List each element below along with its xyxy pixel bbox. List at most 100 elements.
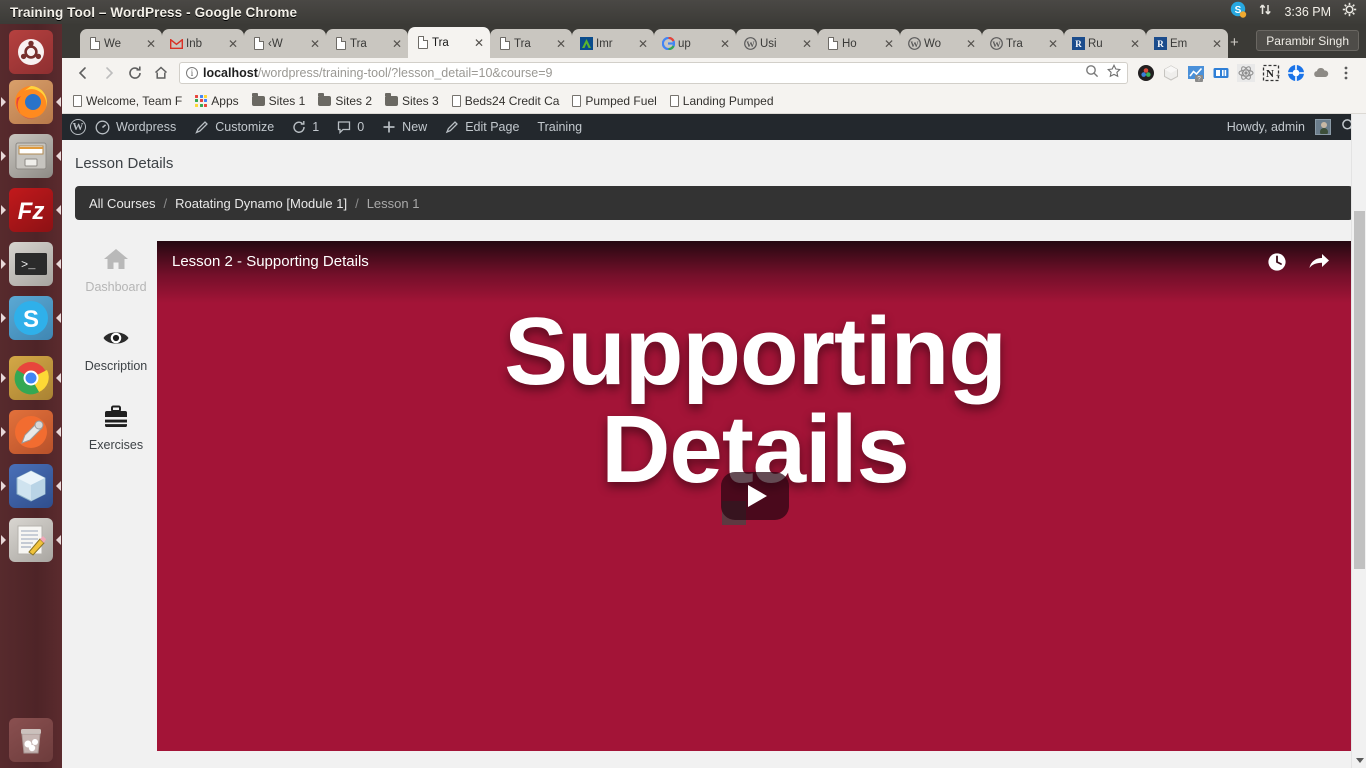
browser-tab-2[interactable]: ‹W ✕ [244, 29, 326, 58]
tab-close-icon[interactable]: ✕ [800, 38, 814, 50]
browser-tab-0[interactable]: We ✕ [80, 29, 162, 58]
sidebar-item-description[interactable]: Description [75, 324, 157, 373]
back-icon[interactable] [70, 60, 96, 86]
new-tab-button[interactable]: + [1230, 34, 1239, 51]
tab-close-icon[interactable]: ✕ [554, 38, 568, 50]
breadcrumb-all-courses[interactable]: All Courses [89, 196, 155, 211]
tab-close-icon[interactable]: ✕ [882, 38, 896, 50]
launcher-trash[interactable] [9, 718, 53, 762]
address-bar[interactable]: i localhost/wordpress/training-tool/?les… [179, 62, 1128, 84]
launcher-terminal[interactable]: >_ [1, 242, 61, 286]
tab-close-icon[interactable]: ✕ [1210, 38, 1224, 50]
gear-icon[interactable] [1342, 2, 1357, 22]
browser-tab-5[interactable]: Tra ✕ [490, 29, 572, 58]
browser-tab-7[interactable]: up ✕ [654, 29, 736, 58]
zoom-icon[interactable] [1085, 64, 1099, 83]
tab-close-icon[interactable]: ✕ [226, 38, 240, 50]
bookmark-beds24[interactable]: Beds24 Credit Ca [447, 92, 565, 110]
tab-close-icon[interactable]: ✕ [964, 38, 978, 50]
tab-title: Em [1170, 37, 1188, 50]
play-button-icon[interactable] [721, 472, 789, 520]
extension-globe-icon[interactable] [1283, 61, 1308, 85]
video-title[interactable]: Lesson 2 - Supporting Details [172, 253, 369, 270]
browser-tab-4-active[interactable]: Tra ✕ [408, 27, 490, 58]
wordpress-icon: W [990, 37, 1003, 50]
admin-bar-training[interactable]: Training [528, 114, 591, 140]
tab-close-icon[interactable]: ✕ [472, 37, 486, 49]
browser-tab-10[interactable]: W Wo ✕ [900, 29, 982, 58]
svg-text:W: W [910, 39, 919, 49]
admin-bar-customize[interactable]: Customize [185, 114, 283, 140]
doc-icon [669, 94, 679, 107]
browser-tab-9[interactable]: Ho ✕ [818, 29, 900, 58]
network-icon[interactable] [1258, 2, 1273, 22]
admin-bar-new[interactable]: New [373, 114, 436, 140]
admin-bar-edit-page[interactable]: Edit Page [436, 114, 528, 140]
browser-tab-3[interactable]: Tra ✕ [326, 29, 408, 58]
skype-tray-icon[interactable]: S [1230, 1, 1247, 23]
admin-bar-comments[interactable]: 0 [328, 114, 373, 140]
launcher-filezilla[interactable]: Fz [1, 188, 61, 232]
browser-tab-6[interactable]: Imr ✕ [572, 29, 654, 58]
launcher-text-editor[interactable] [1, 518, 61, 562]
launcher-firefox[interactable] [1, 80, 61, 124]
reload-icon[interactable] [122, 60, 148, 86]
launcher-chrome[interactable] [1, 356, 61, 400]
launcher-ubuntu-dash[interactable] [9, 30, 53, 74]
browser-tab-12[interactable]: R Ru ✕ [1064, 29, 1146, 58]
tab-close-icon[interactable]: ✕ [718, 38, 732, 50]
browser-tab-13[interactable]: R Em ✕ [1146, 29, 1228, 58]
forward-icon[interactable] [96, 60, 122, 86]
browser-tab-8[interactable]: W Usi ✕ [736, 29, 818, 58]
launcher-postman[interactable] [1, 410, 61, 454]
profile-button[interactable]: Parambir Singh [1256, 30, 1359, 51]
notion-icon[interactable]: N + [1258, 61, 1283, 85]
extension-chart-icon[interactable]: ? [1183, 61, 1208, 85]
bookmark-star-icon[interactable] [1106, 63, 1122, 83]
breadcrumb-separator: / [163, 195, 168, 211]
extension-blue-icon[interactable] [1208, 61, 1233, 85]
tab-close-icon[interactable]: ✕ [144, 38, 158, 50]
sidebar-item-dashboard[interactable]: Dashboard [75, 245, 157, 294]
home-icon[interactable] [148, 60, 174, 86]
chrome-menu-icon[interactable] [1333, 61, 1358, 85]
bookmark-welcome[interactable]: Welcome, Team F [68, 92, 187, 110]
extension-cloud-icon[interactable] [1308, 61, 1333, 85]
extension-cube-icon[interactable] [1158, 61, 1183, 85]
video-player[interactable]: Supporting Details Lesson 2 - Supporting… [157, 241, 1353, 751]
svg-text:W: W [746, 39, 755, 49]
extension-dark-icon[interactable] [1133, 61, 1158, 85]
tab-close-icon[interactable]: ✕ [636, 38, 650, 50]
breadcrumb-module[interactable]: Roatating Dynamo [Module 1] [175, 196, 347, 211]
launcher-files[interactable] [1, 134, 61, 178]
scrollbar-thumb[interactable] [1354, 211, 1365, 569]
tab-close-icon[interactable]: ✕ [390, 38, 404, 50]
howdy-label[interactable]: Howdy, admin [1227, 120, 1305, 134]
tab-close-icon[interactable]: ✕ [308, 38, 322, 50]
sidebar-item-exercises[interactable]: Exercises [75, 403, 157, 452]
tab-close-icon[interactable]: ✕ [1046, 38, 1060, 50]
bookmark-sites-1[interactable]: Sites 1 [247, 92, 311, 110]
admin-bar-wordpress[interactable]: Wordpress [86, 114, 185, 140]
bookmark-sites-3[interactable]: Sites 3 [380, 92, 444, 110]
browser-tab-11[interactable]: W Tra ✕ [982, 29, 1064, 58]
browser-tab-1[interactable]: Inb ✕ [162, 29, 244, 58]
bookmark-apps[interactable]: Apps [190, 92, 243, 110]
page-scrollbar[interactable] [1351, 114, 1366, 768]
bookmark-label: Landing Pumped [682, 93, 774, 108]
bookmark-sites-2[interactable]: Sites 2 [313, 92, 377, 110]
wordpress-logo-icon[interactable]: W [70, 119, 86, 135]
site-info-icon[interactable]: i [186, 67, 198, 79]
launcher-virtualbox[interactable] [1, 464, 61, 508]
extension-atom-icon[interactable] [1233, 61, 1258, 85]
launcher-skype[interactable]: S [1, 296, 61, 340]
bookmark-landing-pumped[interactable]: Landing Pumped [665, 92, 779, 110]
bookmark-pumped-fuel[interactable]: Pumped Fuel [567, 92, 661, 110]
scroll-down-arrow-icon[interactable] [1356, 758, 1364, 763]
clock[interactable]: 3:36 PM [1284, 5, 1331, 19]
share-arrow-icon[interactable] [1308, 252, 1330, 277]
avatar[interactable] [1315, 119, 1331, 135]
tab-close-icon[interactable]: ✕ [1128, 38, 1142, 50]
clock-icon[interactable] [1267, 252, 1287, 277]
admin-bar-updates[interactable]: 1 [283, 114, 328, 140]
